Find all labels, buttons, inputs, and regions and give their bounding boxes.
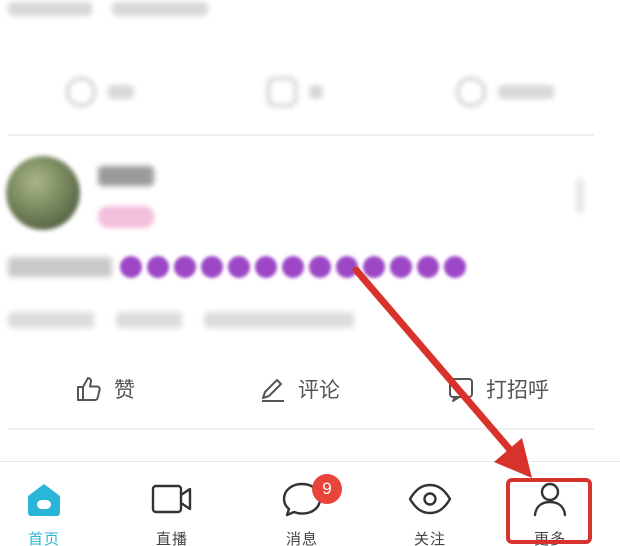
tab-label-more: 更多 bbox=[533, 530, 566, 546]
blurred-emoji-dot bbox=[282, 256, 304, 278]
app-screen: 赞 评论 打招呼 首页 直播 9 消息 关注 更多 bbox=[0, 0, 620, 546]
tab-home[interactable]: 首页 bbox=[4, 480, 84, 546]
person-icon bbox=[530, 480, 570, 522]
blurred-emoji-row bbox=[120, 256, 466, 278]
blurred-emoji-dot bbox=[174, 256, 196, 278]
blurred-post-meta bbox=[8, 312, 354, 328]
like-label: 赞 bbox=[114, 378, 135, 402]
blurred-emoji-dot bbox=[255, 256, 277, 278]
like-button[interactable]: 赞 bbox=[74, 374, 135, 404]
tab-more[interactable]: 更多 bbox=[510, 480, 590, 546]
blurred-emoji-dot bbox=[309, 256, 331, 278]
comment-button[interactable]: 评论 bbox=[258, 374, 340, 404]
bottom-tab-bar: 首页 直播 9 消息 关注 更多 bbox=[0, 462, 620, 546]
greet-button[interactable]: 打招呼 bbox=[446, 374, 549, 404]
greet-label: 打招呼 bbox=[486, 378, 549, 402]
tab-label-follow: 关注 bbox=[413, 530, 446, 546]
blurred-emoji-dot bbox=[201, 256, 223, 278]
thumbs-up-icon bbox=[74, 374, 104, 404]
more-options-icon[interactable] bbox=[576, 178, 584, 214]
blurred-previous-post-meta bbox=[8, 2, 208, 16]
comment-label: 评论 bbox=[298, 378, 340, 402]
blurred-emoji-dot bbox=[120, 256, 142, 278]
video-camera-icon bbox=[150, 480, 194, 522]
blurred-emoji-dot bbox=[363, 256, 385, 278]
unread-badge: 9 bbox=[312, 474, 342, 504]
divider bbox=[8, 428, 594, 430]
tab-follow[interactable]: 关注 bbox=[390, 480, 470, 546]
blurred-user-tag bbox=[98, 206, 154, 228]
tab-messages[interactable]: 9 消息 bbox=[262, 474, 342, 546]
pencil-icon bbox=[258, 374, 288, 404]
tab-label-home: 首页 bbox=[27, 530, 60, 546]
post-actions: 赞 评论 打招呼 bbox=[0, 364, 620, 414]
blurred-previous-post-stats bbox=[0, 64, 620, 120]
blurred-emoji-dot bbox=[417, 256, 439, 278]
greet-chat-icon bbox=[446, 374, 476, 404]
tab-live[interactable]: 直播 bbox=[132, 480, 212, 546]
tab-label-messages: 消息 bbox=[285, 530, 318, 546]
blurred-username[interactable] bbox=[98, 166, 154, 186]
divider bbox=[8, 134, 594, 136]
blurred-emoji-dot bbox=[147, 256, 169, 278]
blurred-post-text bbox=[8, 256, 466, 278]
blurred-emoji-dot bbox=[390, 256, 412, 278]
tab-label-live: 直播 bbox=[155, 530, 188, 546]
home-icon bbox=[24, 480, 64, 522]
blurred-emoji-dot bbox=[444, 256, 466, 278]
blurred-emoji-dot bbox=[336, 256, 358, 278]
avatar[interactable] bbox=[6, 156, 80, 230]
blurred-emoji-dot bbox=[228, 256, 250, 278]
eye-icon bbox=[407, 480, 453, 522]
